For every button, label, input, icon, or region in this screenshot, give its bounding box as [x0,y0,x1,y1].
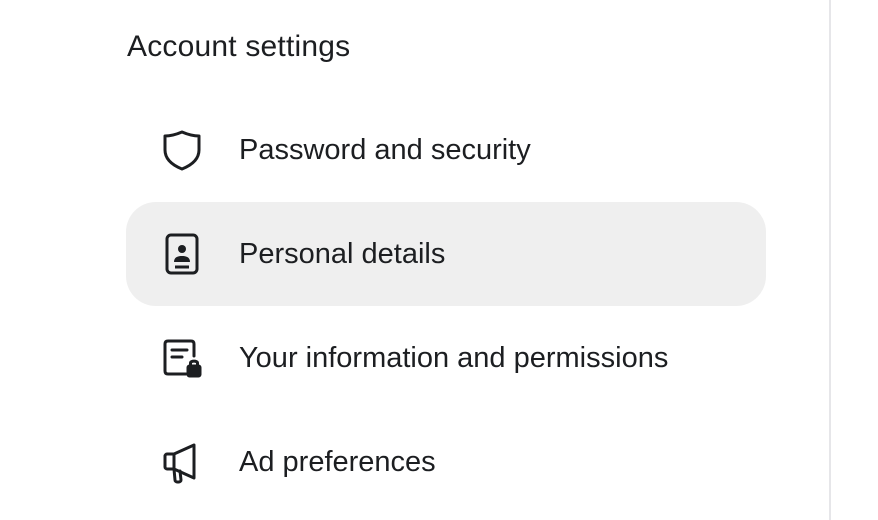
megaphone-icon [159,439,205,485]
menu-item-password-and-security[interactable]: Password and security [126,98,766,202]
menu-item-label: Ad preferences [239,446,436,478]
menu-item-label: Your information and permissions [239,342,669,374]
menu-item-ad-preferences[interactable]: Ad preferences [126,410,766,514]
section-title: Account settings [127,30,351,63]
menu-item-personal-details[interactable]: Personal details [126,202,766,306]
shield-icon [159,127,205,173]
menu-item-your-information-and-permissions[interactable]: Your information and permissions [126,306,766,410]
menu-item-label: Password and security [239,134,531,166]
settings-menu: Password and security Personal details Y… [126,98,766,514]
account-settings-panel: Account settings Password and security P… [0,0,878,520]
document-lock-icon [159,335,205,381]
id-card-icon [159,231,205,277]
menu-item-label: Personal details [239,238,446,270]
vertical-divider [829,0,831,520]
